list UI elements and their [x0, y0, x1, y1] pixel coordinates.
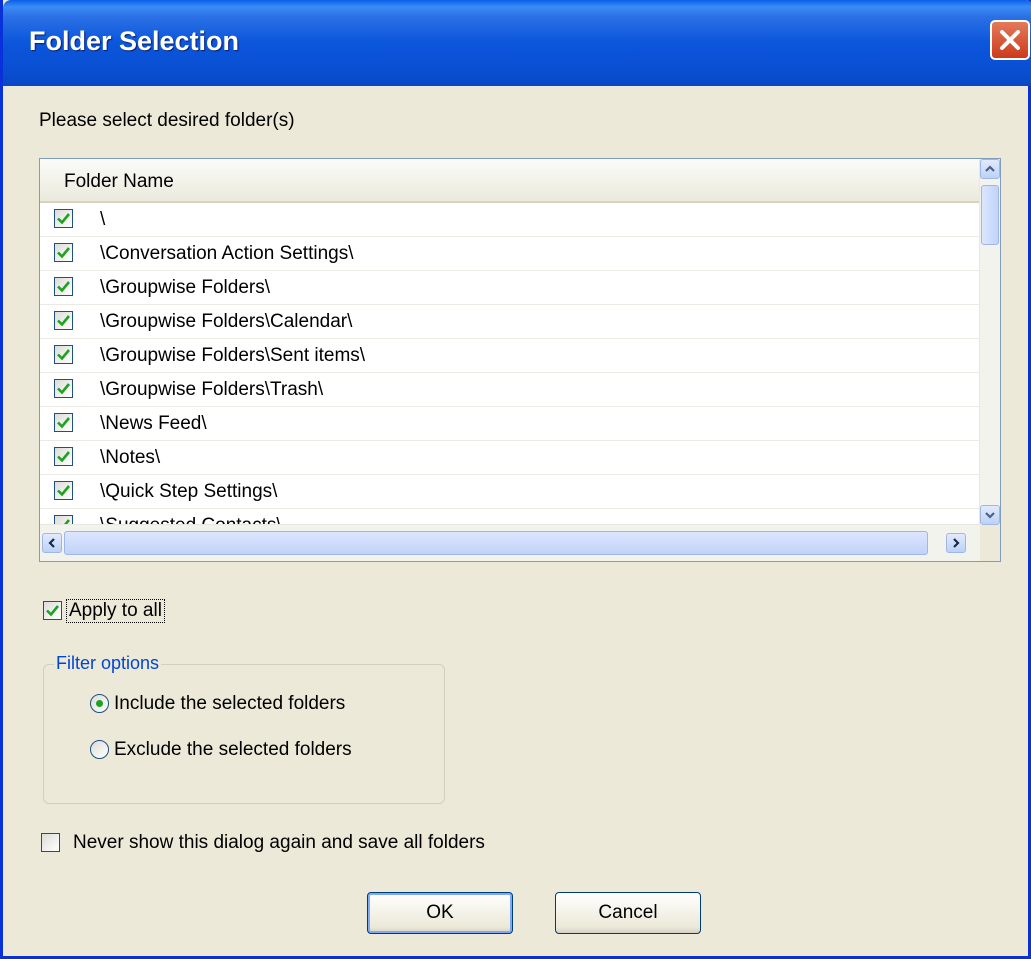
exclude-radio-label: Exclude the selected folders — [114, 739, 352, 760]
column-header-label: Folder Name — [64, 171, 174, 192]
folder-row[interactable]: \Notes\ — [40, 441, 982, 475]
folder-row[interactable]: \ — [40, 203, 982, 237]
folder-checkbox[interactable] — [54, 277, 73, 296]
folder-checkbox[interactable] — [54, 311, 73, 330]
chevron-left-icon — [48, 538, 55, 548]
checkmark-icon — [57, 247, 71, 259]
folder-row[interactable]: \News Feed\ — [40, 407, 982, 441]
filter-options-legend: Filter options — [54, 653, 162, 674]
folder-name: \Conversation Action Settings\ — [100, 243, 354, 264]
folder-checkbox[interactable] — [54, 345, 73, 364]
vertical-scroll-thumb[interactable] — [981, 185, 999, 245]
folder-checkbox[interactable] — [54, 413, 73, 432]
scroll-up-button[interactable] — [980, 159, 1000, 179]
folder-rows: \ \Conversation Action Settings\ \Groupwis… — [40, 203, 982, 525]
scroll-right-button[interactable] — [946, 533, 966, 553]
include-radio-button[interactable] — [90, 694, 109, 713]
folder-selection-dialog: Folder Selection Please select desired f… — [0, 0, 1031, 959]
folder-name: \Notes\ — [100, 447, 161, 468]
exclude-radio-button[interactable] — [90, 740, 109, 759]
folder-row[interactable]: \Groupwise Folders\Sent items\ — [40, 339, 982, 373]
chevron-down-icon — [985, 512, 995, 519]
cancel-button[interactable]: Cancel — [555, 892, 701, 934]
checkmark-icon — [57, 281, 71, 293]
folder-checkbox[interactable] — [54, 379, 73, 398]
prompt-text: Please select desired folder(s) — [39, 110, 295, 131]
vertical-scrollbar[interactable] — [979, 159, 1000, 525]
scrollbar-corner — [980, 525, 1000, 561]
folder-row[interactable]: \Suggested Contacts\ — [40, 509, 982, 525]
folder-name: \Quick Step Settings\ — [100, 481, 278, 502]
folder-row[interactable]: \Groupwise Folders\ — [40, 271, 982, 305]
folder-name: \Groupwise Folders\Calendar\ — [100, 311, 353, 332]
scroll-left-button[interactable] — [42, 533, 62, 553]
include-radio-label: Include the selected folders — [114, 693, 346, 714]
checkmark-icon — [57, 485, 71, 497]
apply-to-all-box[interactable] — [43, 601, 62, 620]
close-icon — [1000, 30, 1020, 50]
apply-to-all-label: Apply to all — [66, 599, 165, 623]
checkmark-icon — [46, 605, 60, 617]
column-header-folder-name[interactable]: Folder Name — [40, 159, 982, 203]
title-bar[interactable]: Folder Selection — [3, 0, 1031, 86]
checkmark-icon — [57, 383, 71, 395]
ok-button[interactable]: OK — [367, 892, 513, 934]
window-title: Folder Selection — [29, 26, 240, 56]
chevron-right-icon — [953, 538, 960, 548]
folder-checkbox[interactable] — [54, 447, 73, 466]
folder-checkbox[interactable] — [54, 209, 73, 228]
folder-row[interactable]: \Conversation Action Settings\ — [40, 237, 982, 271]
checkmark-icon — [57, 213, 71, 225]
folder-name: \Groupwise Folders\ — [100, 277, 271, 298]
folder-checkbox[interactable] — [54, 243, 73, 262]
folder-name: \News Feed\ — [100, 413, 207, 434]
folder-list[interactable]: Folder Name \ \Conversation Action Settin… — [39, 158, 1001, 562]
folder-row[interactable]: \Groupwise Folders\Trash\ — [40, 373, 982, 407]
chevron-up-icon — [985, 165, 995, 172]
checkmark-icon — [57, 417, 71, 429]
horizontal-scroll-thumb[interactable] — [64, 531, 928, 555]
never-show-box[interactable] — [41, 833, 60, 852]
folder-name: \ — [100, 209, 106, 230]
folder-name: \Groupwise Folders\Sent items\ — [100, 345, 366, 366]
folder-checkbox[interactable] — [54, 481, 73, 500]
horizontal-scrollbar[interactable] — [40, 524, 982, 561]
checkmark-icon — [57, 451, 71, 463]
folder-row[interactable]: \Groupwise Folders\Calendar\ — [40, 305, 982, 339]
folder-row[interactable]: \Quick Step Settings\ — [40, 475, 982, 509]
folder-name: \Groupwise Folders\Trash\ — [100, 379, 324, 400]
dialog-body: Please select desired folder(s) Folder N… — [3, 86, 1028, 956]
filter-options-group: Filter options Include the selected fold… — [43, 653, 445, 804]
checkmark-icon — [57, 349, 71, 361]
checkmark-icon — [57, 315, 71, 327]
scroll-down-button[interactable] — [980, 505, 1000, 525]
never-show-label: Never show this dialog again and save al… — [73, 832, 485, 853]
close-button[interactable] — [990, 20, 1030, 60]
